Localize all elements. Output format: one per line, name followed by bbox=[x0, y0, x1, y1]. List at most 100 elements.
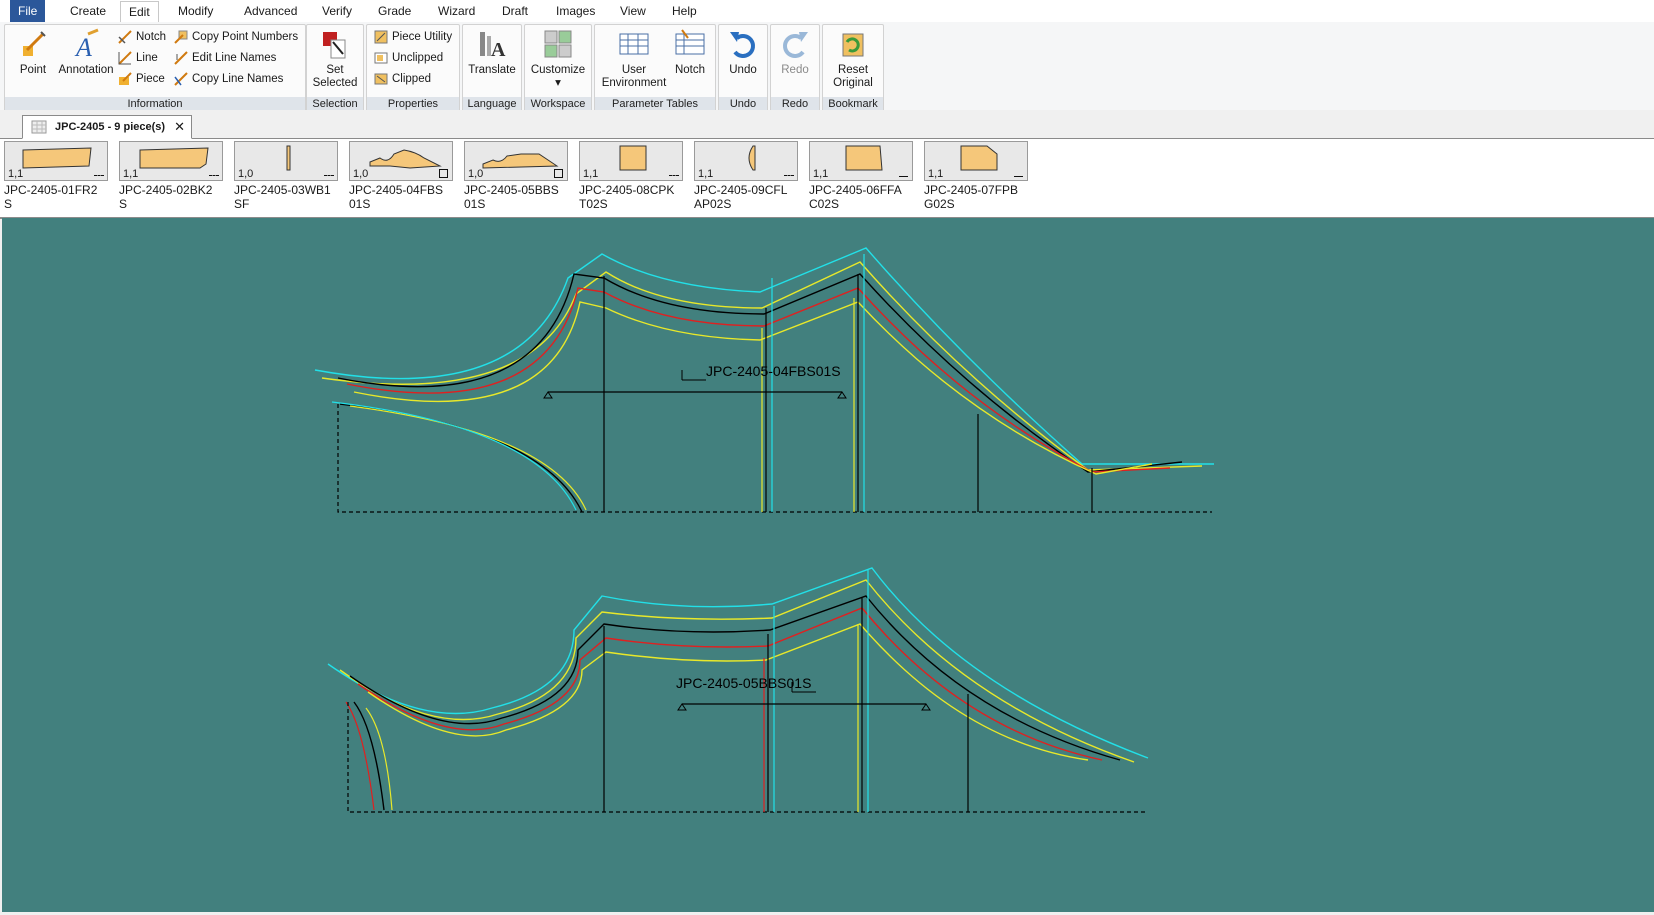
menu-images[interactable]: Images bbox=[548, 0, 603, 22]
parameter-tables-group-label: Parameter Tables bbox=[595, 97, 715, 111]
menu-wizard[interactable]: Wizard bbox=[430, 0, 483, 22]
piece-name: JPC-2405-05BBS 01S bbox=[464, 183, 559, 211]
line-button[interactable]: Line bbox=[117, 49, 158, 67]
pattern-drawing: JPC-2405-04FBS01S JPC-2405-05BBS01S bbox=[314, 247, 1214, 813]
copy-line-names-button[interactable]: Copy Line Names bbox=[173, 70, 283, 88]
canvas-piece-label: JPC-2405-05BBS01S bbox=[676, 675, 811, 691]
customize-label: Customize bbox=[530, 64, 586, 76]
menu-file[interactable]: File bbox=[10, 0, 46, 22]
pattern-canvas[interactable]: JPC-2405-04FBS01S JPC-2405-05BBS01S bbox=[2, 218, 1654, 912]
notch-button[interactable]: Notch bbox=[117, 28, 166, 46]
piece-name: JPC-2405-03WB1 SF bbox=[234, 183, 331, 211]
customize-button[interactable]: Customize ▾ bbox=[527, 28, 589, 90]
user-environment-label-2: Environment bbox=[601, 77, 667, 89]
chevron-down-icon: ▾ bbox=[555, 77, 561, 89]
piece-qty: 1,1 bbox=[8, 168, 24, 180]
piece-thumb[interactable]: 1,1 bbox=[924, 141, 1028, 181]
undo-icon bbox=[730, 32, 755, 58]
piece-label: Piece bbox=[136, 73, 165, 85]
reset-original-button[interactable]: Reset Original bbox=[825, 28, 881, 90]
piece-thumb[interactable]: 1,1 bbox=[119, 141, 223, 181]
piece-qty: 1,1 bbox=[813, 168, 829, 180]
menu-verify[interactable]: Verify bbox=[314, 0, 360, 22]
annotation-button[interactable]: A Annotation bbox=[55, 28, 117, 77]
underline-icon bbox=[899, 176, 908, 177]
menu-create[interactable]: Create bbox=[62, 0, 114, 22]
bookmark-group-label: Bookmark bbox=[823, 97, 883, 111]
copy-line-names-label: Copy Line Names bbox=[192, 73, 284, 85]
edit-line-names-label: Edit Line Names bbox=[192, 52, 277, 64]
piece-thumb[interactable]: 1,0 bbox=[349, 141, 453, 181]
piece-thumb[interactable]: 1,0 bbox=[234, 141, 338, 181]
menu-view[interactable]: View bbox=[612, 0, 654, 22]
ribbon: Point A Annotation Notch Line Piece Copy… bbox=[0, 22, 1654, 112]
piece-thumb[interactable]: 1,1 bbox=[694, 141, 798, 181]
point-label: Point bbox=[19, 64, 47, 76]
canvas-piece-label: JPC-2405-04FBS01S bbox=[706, 363, 841, 379]
close-icon[interactable]: ✕ bbox=[174, 116, 185, 138]
clipped-label: Clipped bbox=[392, 73, 431, 85]
menu-bar: File Create Edit Modify Advanced Verify … bbox=[0, 0, 1654, 23]
user-environment-button[interactable]: User Environment bbox=[599, 28, 669, 90]
menu-advanced[interactable]: Advanced bbox=[236, 0, 305, 22]
piece-button[interactable]: Piece bbox=[117, 70, 165, 88]
menu-help[interactable]: Help bbox=[664, 0, 705, 22]
undo-button[interactable]: Undo bbox=[721, 28, 765, 77]
copy-point-numbers-button[interactable]: Copy Point Numbers bbox=[173, 28, 298, 46]
properties-group-label: Properties bbox=[367, 97, 459, 111]
group-undo: Undo Undo bbox=[718, 24, 768, 112]
piece-thumb[interactable]: 1,1 bbox=[579, 141, 683, 181]
notch-icon bbox=[118, 30, 132, 44]
edit-line-names-button[interactable]: Edit Line Names bbox=[173, 49, 276, 67]
undo-group-label: Undo bbox=[719, 97, 767, 111]
menu-grade[interactable]: Grade bbox=[370, 0, 419, 22]
menu-edit[interactable]: Edit bbox=[120, 1, 159, 23]
reset-original-icon bbox=[842, 33, 864, 57]
piece-thumb[interactable]: 1,1 bbox=[4, 141, 108, 181]
style-grid-icon bbox=[31, 120, 47, 134]
line-label: Line bbox=[136, 52, 158, 64]
redo-icon bbox=[783, 32, 808, 58]
copy-point-numbers-icon bbox=[174, 30, 188, 44]
annotation-icon: A bbox=[74, 28, 99, 62]
group-language: A Translate Language bbox=[462, 24, 522, 112]
user-environment-icon bbox=[619, 33, 649, 55]
piece-qty: 1,1 bbox=[583, 168, 599, 180]
document-tab[interactable]: JPC-2405 - 9 piece(s) ✕ bbox=[22, 115, 192, 139]
reset-original-label-2: Original bbox=[833, 77, 873, 89]
clipped-button[interactable]: Clipped bbox=[373, 70, 431, 88]
piece-qty: 1,0 bbox=[238, 168, 254, 180]
selection-group-label: Selection bbox=[307, 97, 363, 111]
document-tab-bar: JPC-2405 - 9 piece(s) ✕ bbox=[0, 114, 1654, 139]
set-selected-label-2: Selected bbox=[312, 77, 358, 89]
redo-button[interactable]: Redo bbox=[773, 28, 817, 77]
menu-modify[interactable]: Modify bbox=[170, 0, 221, 22]
undo-label: Undo bbox=[729, 64, 757, 76]
piece-front-bodice[interactable]: JPC-2405-04FBS01S bbox=[314, 247, 1214, 513]
piece-thumb[interactable]: 1,0 bbox=[464, 141, 568, 181]
document-tab-title: JPC-2405 - 9 piece(s) bbox=[55, 121, 166, 133]
piece-qty: 1,1 bbox=[698, 168, 714, 180]
piece-back-bodice[interactable]: JPC-2405-05BBS01S bbox=[327, 567, 1149, 813]
group-properties: Piece Utility Unclipped Clipped Properti… bbox=[366, 24, 460, 112]
translate-icon: A bbox=[480, 32, 506, 61]
annotation-label: Annotation bbox=[58, 64, 114, 76]
redo-label: Redo bbox=[781, 64, 809, 76]
piece-name: JPC-2405-02BK2 S bbox=[119, 183, 213, 211]
piece-name: JPC-2405-08CPK T02S bbox=[579, 183, 675, 211]
piece-utility-button[interactable]: Piece Utility bbox=[373, 28, 452, 46]
piece-utility-icon bbox=[374, 30, 388, 44]
underline-icon bbox=[1014, 176, 1023, 177]
group-workspace: Customize ▾ Workspace bbox=[524, 24, 592, 112]
menu-draft[interactable]: Draft bbox=[494, 0, 536, 22]
piece-qty: 1,0 bbox=[468, 168, 484, 180]
piece-qty: 1,1 bbox=[928, 168, 944, 180]
parameter-notch-button[interactable]: Notch bbox=[669, 28, 711, 77]
language-group-label: Language bbox=[463, 97, 521, 111]
unclipped-button[interactable]: Unclipped bbox=[373, 49, 443, 67]
svg-text:A: A bbox=[74, 33, 92, 62]
translate-button[interactable]: A Translate bbox=[465, 28, 519, 77]
point-button[interactable]: Point bbox=[9, 28, 57, 77]
piece-thumb[interactable]: 1,1 bbox=[809, 141, 913, 181]
set-selected-button[interactable]: Set Selected bbox=[309, 28, 361, 90]
